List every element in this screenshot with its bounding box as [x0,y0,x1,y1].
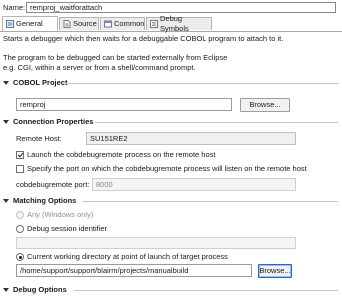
chevron-down-icon [3,288,9,292]
section-divider [74,290,338,291]
remote-host-label: Remote Host: [16,134,62,143]
port-field[interactable]: 8000 [92,178,296,191]
cwd-browse-button[interactable]: Browse... [258,264,292,278]
debug-options-section-header[interactable]: Debug Options [3,285,67,295]
intro-line-2: The program to be debugged can be starte… [3,53,228,62]
launch-config-name-input[interactable]: remproj_waitforattach [26,2,336,13]
tab-debug-symbols-label: Debug Symbols [160,14,189,33]
matching-section-header[interactable]: Matching Options [3,196,76,206]
source-tab-icon [63,20,71,28]
port-label: cobdebugremote port: [16,180,90,189]
name-label: Name: [3,3,26,12]
intro-line-1: Starts a debugger which then waits for a… [3,34,284,43]
tab-general-label: General [16,19,43,28]
cobol-project-input[interactable]: remproj [16,98,232,111]
connection-section-header[interactable]: Connection Properties [3,117,93,127]
intro-line-3: e.g. CGI, within a server or from a shel… [3,63,196,72]
tab-source-label: Source [73,19,97,28]
match-cwd-radio[interactable] [16,253,24,261]
chevron-down-icon [3,199,9,203]
remote-host-field: SU151RE2 [86,132,296,145]
specify-port-checkbox[interactable] [16,165,24,173]
tab-bar: General Source Common Debug Symbols [0,14,342,33]
launch-remote-process-label: Launch the cobdebugremote process on the… [27,150,216,159]
cobol-project-section-header[interactable]: COBOL Project [3,78,67,88]
session-identifier-input[interactable] [16,237,296,249]
tab-debug-symbols[interactable]: Debug Symbols [146,14,212,33]
matching-title: Matching Options [13,196,77,205]
match-cwd-label: Current working directory at point of la… [27,252,228,261]
chevron-down-icon [3,81,9,85]
match-session-label: Debug session identifier [27,224,108,233]
launch-remote-process-checkbox[interactable] [16,151,24,159]
tab-source[interactable]: Source [59,17,99,30]
cobol-project-title: COBOL Project [13,78,68,87]
chevron-down-icon [3,120,9,124]
match-any-label: Any (Windows only) [27,210,94,219]
section-divider [95,122,338,123]
section-divider [82,201,338,202]
tab-common-label: Common [114,19,145,28]
debug-options-title: Debug Options [13,285,67,294]
section-divider [64,83,338,84]
cwd-input[interactable]: /home/support/support/blairm/projects/ma… [16,264,252,277]
match-session-radio[interactable] [16,225,24,233]
connection-title: Connection Properties [13,117,94,126]
cobol-project-browse-button[interactable]: Browse... [240,98,290,112]
tab-general[interactable]: General [2,16,58,31]
general-tab-icon [6,20,14,28]
debug-symbols-tab-icon [150,20,158,28]
specify-port-label: Specify the port on which the cobdebugre… [27,164,307,173]
tab-common[interactable]: Common [100,17,145,30]
common-tab-icon [104,20,112,28]
match-any-radio[interactable] [16,211,24,219]
